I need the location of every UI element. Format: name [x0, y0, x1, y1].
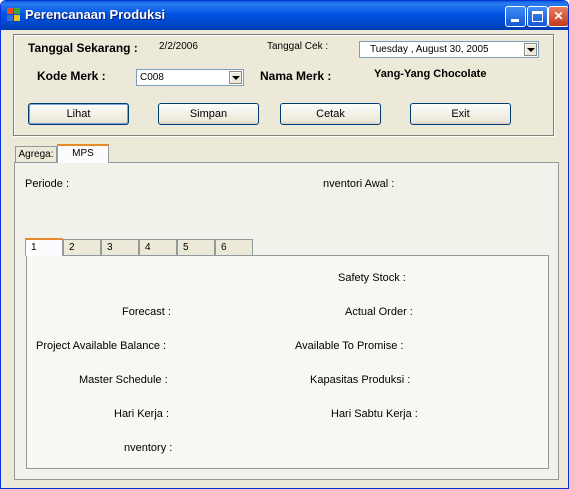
kode-merk-label: Kode Merk :: [37, 69, 106, 83]
period-tab-6[interactable]: 6: [215, 239, 253, 255]
tanggal-sekarang-value: 2/2/2006: [159, 41, 198, 52]
tanggal-cek-label: Tanggal Cek :: [267, 41, 329, 52]
periode-label: Periode :: [25, 178, 70, 190]
chevron-down-icon[interactable]: [229, 71, 242, 84]
simpan-button[interactable]: Simpan: [158, 103, 259, 125]
minimize-icon: [511, 19, 519, 22]
master-schedule-label: Master Schedule :: [79, 374, 168, 386]
hari-kerja-label: Hari Kerja :: [114, 408, 170, 420]
window-title: Perencanaan Produksi: [25, 7, 166, 22]
kode-merk-combo[interactable]: C008: [136, 69, 244, 86]
lihat-button[interactable]: Lihat: [28, 103, 129, 125]
project-available-balance-label: Project Available Balance :: [36, 340, 167, 352]
nama-merk-label: Nama Merk :: [260, 69, 332, 83]
period-tab-4[interactable]: 4: [139, 239, 177, 255]
period-tab-5[interactable]: 5: [177, 239, 215, 255]
period-tab-2[interactable]: 2: [63, 239, 101, 255]
actual-order-label: Actual Order :: [345, 306, 413, 318]
inventory-label: nventory :: [124, 442, 173, 454]
tanggal-cek-value: Tuesday , August 30, 2005: [370, 44, 489, 55]
minimize-button[interactable]: [505, 6, 526, 27]
title-bar[interactable]: Perencanaan Produksi ✕: [1, 1, 568, 30]
close-icon: ✕: [553, 9, 564, 23]
period-tab-3[interactable]: 3: [101, 239, 139, 255]
tanggal-sekarang-label: Tanggal Sekarang :: [28, 41, 138, 55]
hari-sabtu-kerja-label: Hari Sabtu Kerja :: [331, 408, 418, 420]
close-button[interactable]: ✕: [548, 6, 568, 27]
exit-button[interactable]: Exit: [410, 103, 511, 125]
main-window: Perencanaan Produksi ✕ Tanggal Sekarang …: [0, 0, 569, 489]
forecast-label: Forecast :: [122, 306, 171, 318]
available-to-promise-label: Available To Promise :: [295, 340, 404, 352]
safety-stock-label: Safety Stock :: [338, 272, 406, 284]
tab-agregat[interactable]: Agrega:: [15, 146, 57, 162]
tanggal-cek-datepicker[interactable]: Tuesday , August 30, 2005: [359, 41, 539, 58]
maximize-icon: [532, 11, 543, 22]
nama-merk-value: Yang-Yang Chocolate: [374, 68, 487, 80]
chevron-down-icon[interactable]: [524, 43, 537, 56]
period-panel: [26, 255, 549, 469]
period-tab-1[interactable]: 1: [25, 238, 63, 256]
kapasitas-produksi-label: Kapasitas Produksi :: [310, 374, 411, 386]
maximize-button[interactable]: [527, 6, 548, 27]
inventori-awal-label: nventori Awal :: [323, 178, 395, 190]
app-icon: [7, 8, 21, 22]
tab-mps[interactable]: MPS: [57, 144, 109, 163]
kode-merk-value: C008: [140, 72, 164, 83]
cetak-button[interactable]: Cetak: [280, 103, 381, 125]
